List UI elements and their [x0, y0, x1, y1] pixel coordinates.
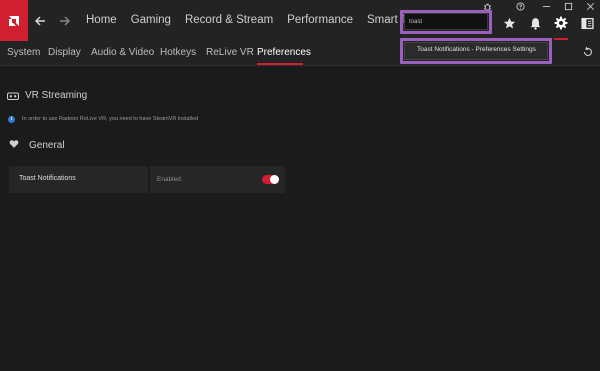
tab-relive-vr[interactable]: ReLive VR	[206, 47, 254, 58]
general-heading: General	[29, 140, 65, 151]
nav-gaming[interactable]: Gaming	[131, 11, 171, 29]
tab-audio-video[interactable]: Audio & Video	[91, 47, 154, 58]
notifications-button[interactable]	[527, 15, 543, 31]
amd-logo-icon	[9, 15, 19, 26]
reset-button[interactable]	[582, 46, 594, 58]
vr-headset-icon	[7, 90, 19, 102]
maximize-button[interactable]	[561, 0, 575, 12]
tab-system[interactable]: System	[7, 47, 40, 58]
help-icon	[515, 1, 525, 11]
nav-record-stream[interactable]: Record & Stream	[185, 11, 273, 29]
help-button[interactable]	[513, 0, 527, 12]
setting-divider	[148, 166, 150, 193]
search-highlight	[400, 10, 492, 34]
toast-notifications-toggle[interactable]	[262, 175, 279, 184]
favorites-button[interactable]	[501, 15, 517, 31]
amd-logo[interactable]	[0, 0, 28, 41]
star-icon	[503, 17, 515, 28]
tab-display[interactable]: Display	[48, 47, 81, 58]
forward-button[interactable]	[58, 14, 72, 28]
close-button[interactable]	[583, 0, 597, 12]
suggestion-highlight	[400, 38, 552, 64]
tab-hotkeys[interactable]: Hotkeys	[160, 47, 196, 58]
steamvr-info-text: In order to use Radeon ReLive VR, you ne…	[22, 116, 199, 122]
info-icon: i	[8, 116, 15, 123]
back-button[interactable]	[33, 14, 47, 28]
minimize-icon	[542, 5, 550, 7]
nav-home[interactable]: Home	[86, 11, 117, 29]
layout-icon	[580, 17, 594, 29]
vr-streaming-heading: VR Streaming	[25, 90, 88, 101]
gear-icon	[554, 16, 568, 30]
settings-active-indicator	[554, 38, 568, 40]
layout-button[interactable]	[579, 15, 595, 31]
active-tab-indicator	[257, 63, 303, 65]
arrow-right-icon	[60, 16, 70, 26]
settings-button[interactable]	[553, 15, 569, 31]
heart-icon	[9, 139, 21, 151]
toast-notifications-label: Toast Notifications	[19, 175, 76, 182]
reset-icon	[583, 46, 593, 56]
toggle-knob	[270, 175, 279, 184]
toast-notifications-row: Toast Notifications Enabled	[9, 166, 285, 193]
maximize-icon	[564, 2, 572, 10]
minimize-button[interactable]	[539, 0, 553, 12]
arrow-left-icon	[35, 16, 45, 26]
toast-notifications-value: Enabled	[157, 176, 181, 183]
close-icon	[586, 2, 594, 10]
nav-performance[interactable]: Performance	[287, 11, 353, 29]
top-bar: Home Gaming Record & Stream Performance …	[0, 0, 600, 41]
bell-icon	[530, 17, 540, 30]
tab-preferences[interactable]: Preferences	[257, 47, 311, 58]
